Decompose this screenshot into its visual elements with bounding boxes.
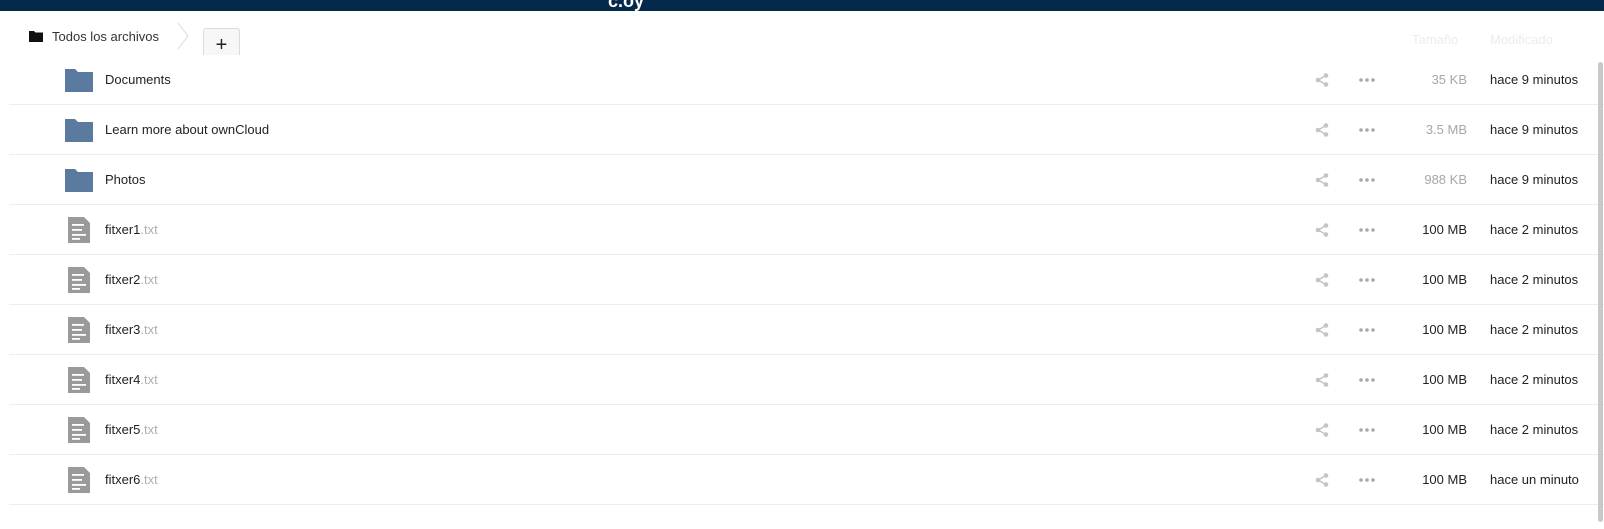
file-extension: .txt — [140, 322, 158, 337]
file-modified: hace 9 minutos — [1490, 122, 1579, 137]
file-modified: hace 9 minutos — [1490, 72, 1579, 87]
file-basename: fitxer4 — [105, 372, 141, 387]
share-icon[interactable] — [1314, 272, 1330, 288]
file-modified: hace 2 minutos — [1490, 222, 1579, 237]
file-modified: hace 9 minutos — [1490, 172, 1579, 187]
text-file-icon[interactable] — [64, 365, 94, 395]
file-row[interactable]: Learn more about ownCloud 3.5 MB hace 9 mi… — [9, 105, 1604, 155]
controls-bar: Todos los archivos + Tamaño Modificado — [0, 11, 1604, 61]
file-name[interactable]: fitxer5.txt — [105, 405, 158, 455]
more-actions-icon[interactable] — [1357, 422, 1377, 438]
more-actions-icon[interactable] — [1357, 272, 1377, 288]
share-icon[interactable] — [1314, 172, 1330, 188]
text-file-icon[interactable] — [64, 465, 94, 495]
file-size: 100 MB — [1422, 272, 1467, 287]
more-actions-icon[interactable] — [1357, 122, 1377, 138]
file-modified: hace un minuto — [1490, 472, 1579, 487]
file-size: 3.5 MB — [1425, 122, 1467, 137]
column-header-size[interactable]: Tamaño — [1412, 32, 1458, 47]
breadcrumb-chevron-icon — [177, 22, 189, 50]
more-actions-icon[interactable] — [1357, 222, 1377, 238]
text-file-icon[interactable] — [64, 315, 94, 345]
folder-icon[interactable] — [64, 65, 94, 95]
folder-icon[interactable] — [64, 165, 94, 195]
file-name[interactable]: fitxer3.txt — [105, 305, 158, 355]
file-name[interactable]: Photos — [105, 155, 145, 205]
scrollbar[interactable] — [1598, 62, 1603, 522]
file-size: 100 MB — [1422, 372, 1467, 387]
file-row[interactable]: fitxer4.txt 100 MB hace 2 minutos — [9, 355, 1604, 405]
file-row[interactable]: fitxer1.txt 100 MB hace 2 minutos — [9, 205, 1604, 255]
file-list: Documents 35 KB hace 9 minutos Learn more a… — [9, 55, 1604, 505]
share-icon[interactable] — [1314, 122, 1330, 138]
share-icon[interactable] — [1314, 72, 1330, 88]
file-extension: .txt — [140, 422, 158, 437]
file-basename: Photos — [105, 172, 146, 187]
breadcrumb-root-label: Todos los archivos — [52, 28, 159, 44]
app-header: c.oy — [0, 0, 1604, 11]
more-actions-icon[interactable] — [1357, 72, 1377, 88]
folder-icon[interactable] — [64, 115, 94, 145]
more-actions-icon[interactable] — [1357, 172, 1377, 188]
text-file-icon[interactable] — [64, 215, 94, 245]
file-extension: .txt — [140, 272, 158, 287]
file-extension: .txt — [140, 472, 158, 487]
file-extension: .txt — [140, 372, 158, 387]
file-basename: fitxer6 — [105, 472, 141, 487]
file-basename: fitxer1 — [105, 222, 141, 237]
file-modified: hace 2 minutos — [1490, 422, 1579, 437]
file-size: 100 MB — [1422, 422, 1467, 437]
file-modified: hace 2 minutos — [1490, 322, 1579, 337]
file-modified: hace 2 minutos — [1490, 272, 1579, 287]
file-basename: fitxer3 — [105, 322, 141, 337]
file-modified: hace 2 minutos — [1490, 372, 1579, 387]
file-basename: fitxer2 — [105, 272, 141, 287]
more-actions-icon[interactable] — [1357, 322, 1377, 338]
file-name[interactable]: fitxer2.txt — [105, 255, 158, 305]
more-actions-icon[interactable] — [1357, 372, 1377, 388]
text-file-icon[interactable] — [64, 415, 94, 445]
file-name[interactable]: fitxer1.txt — [105, 205, 158, 255]
file-name[interactable]: fitxer4.txt — [105, 355, 158, 405]
file-row[interactable]: fitxer2.txt 100 MB hace 2 minutos — [9, 255, 1604, 305]
file-row[interactable]: fitxer3.txt 100 MB hace 2 minutos — [9, 305, 1604, 355]
share-icon[interactable] — [1314, 472, 1330, 488]
file-row[interactable]: Documents 35 KB hace 9 minutos — [9, 55, 1604, 105]
breadcrumb[interactable]: Todos los archivos — [29, 24, 159, 48]
file-basename: Documents — [105, 72, 171, 87]
share-icon[interactable] — [1314, 322, 1330, 338]
file-name[interactable]: fitxer6.txt — [105, 455, 158, 505]
app-logo[interactable]: c.oy — [608, 0, 644, 11]
column-header-modified[interactable]: Modificado — [1490, 32, 1553, 47]
file-name[interactable]: Documents — [105, 55, 171, 105]
file-size: 100 MB — [1422, 222, 1467, 237]
file-size: 100 MB — [1422, 472, 1467, 487]
share-icon[interactable] — [1314, 422, 1330, 438]
file-size: 35 KB — [1431, 72, 1467, 87]
file-row[interactable]: Photos 988 KB hace 9 minutos — [9, 155, 1604, 205]
file-basename: Learn more about ownCloud — [105, 122, 270, 137]
file-size: 988 KB — [1424, 172, 1467, 187]
share-icon[interactable] — [1314, 222, 1330, 238]
text-file-icon[interactable] — [64, 265, 94, 295]
file-row[interactable]: fitxer6.txt 100 MB hace un minuto — [9, 455, 1604, 505]
file-basename: fitxer5 — [105, 422, 141, 437]
more-actions-icon[interactable] — [1357, 472, 1377, 488]
file-name[interactable]: Learn more about ownCloud — [105, 105, 269, 155]
file-size: 100 MB — [1422, 322, 1467, 337]
share-icon[interactable] — [1314, 372, 1330, 388]
folder-icon — [29, 30, 43, 42]
file-extension: .txt — [140, 222, 158, 237]
file-row[interactable]: fitxer5.txt 100 MB hace 2 minutos — [9, 405, 1604, 455]
